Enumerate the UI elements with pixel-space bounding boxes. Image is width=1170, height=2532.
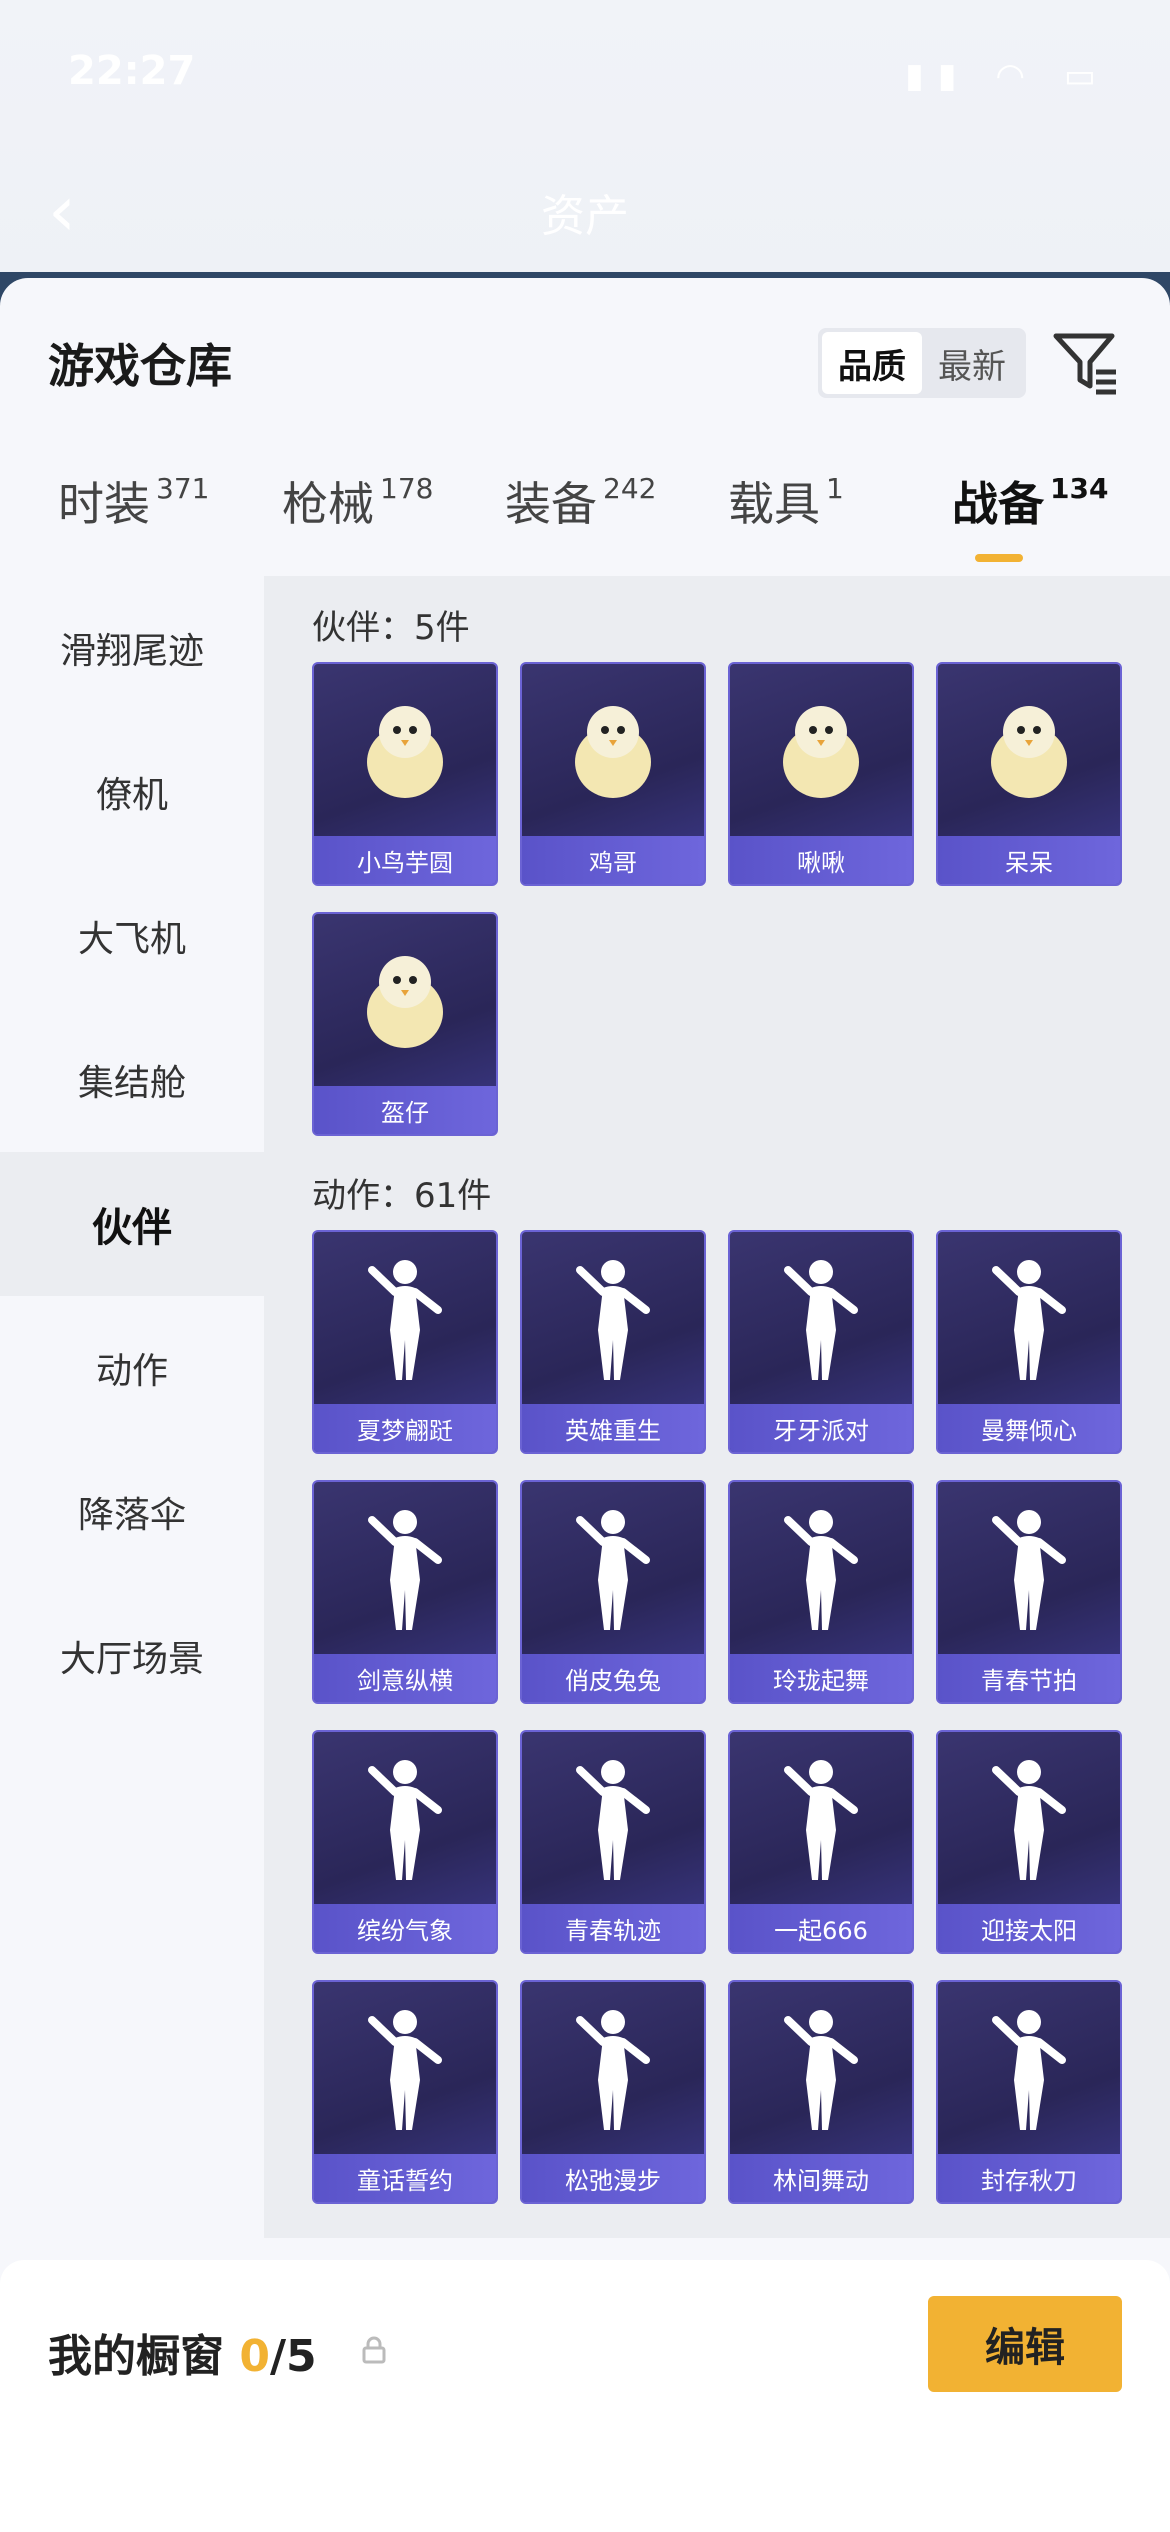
action-card[interactable]: 曼舞倾心 <box>936 1230 1122 1454</box>
action-card[interactable]: 青春轨迹 <box>520 1730 706 1954</box>
partner-figure-icon <box>522 664 704 840</box>
action-card-label: 松弛漫步 <box>522 2154 704 2202</box>
action-card[interactable]: 林间舞动 <box>728 1980 914 2204</box>
action-card[interactable]: 剑意纵横 <box>312 1480 498 1704</box>
item-grid: 伙伴：5件 动作：61件 小鸟芋圆 鸡哥 啾啾 呆呆盔仔夏梦翩跹 英雄重生 牙牙派对 曼舞倾… <box>264 576 1170 2238</box>
action-card-label: 童话誓约 <box>314 2154 496 2202</box>
action-card[interactable]: 缤纷气象 <box>312 1730 498 1954</box>
tab-equipment[interactable]: 装备 242 <box>505 468 656 534</box>
tab-vehicles[interactable]: 载具 1 <box>728 468 844 534</box>
action-card-label: 林间舞动 <box>730 2154 912 2202</box>
partner-card[interactable]: 鸡哥 <box>520 662 706 886</box>
dance-pose-icon <box>314 1732 496 1908</box>
action-card[interactable]: 英雄重生 <box>520 1230 706 1454</box>
system-icons: ▮▮ ◠ ▭ <box>905 56 1110 96</box>
partner-card-label: 小鸟芋圆 <box>314 836 496 884</box>
dance-pose-icon <box>522 1982 704 2158</box>
action-card-label: 剑意纵横 <box>314 1654 496 1702</box>
action-card-label: 缤纷气象 <box>314 1904 496 1952</box>
action-card-label: 夏梦翩跹 <box>314 1404 496 1452</box>
filter-icon[interactable] <box>1050 326 1122 398</box>
showcase-bar: 我的橱窗 0/5 编辑 <box>0 2260 1170 2532</box>
action-card-label: 牙牙派对 <box>730 1404 912 1452</box>
dance-pose-icon <box>938 1232 1120 1408</box>
sidebar-item-action[interactable]: 动作 <box>0 1296 264 1440</box>
action-card-label: 英雄重生 <box>522 1404 704 1452</box>
dance-pose-icon <box>730 1232 912 1408</box>
sort-quality-option[interactable]: 品质 <box>822 332 922 394</box>
category-tabs: 时装 371 枪械 178 装备 242 载具 1 战备 134 <box>0 468 1170 568</box>
action-card[interactable]: 青春节拍 <box>936 1480 1122 1704</box>
partner-card-label: 鸡哥 <box>522 836 704 884</box>
active-tab-indicator <box>975 554 1023 562</box>
showcase-label: 我的橱窗 0/5 <box>48 2331 317 2382</box>
dance-pose-icon <box>314 1232 496 1408</box>
partner-card[interactable]: 盔仔 <box>312 912 498 1136</box>
partner-card[interactable]: 小鸟芋圆 <box>312 662 498 886</box>
sidebar-item-glide-trail[interactable]: 滑翔尾迹 <box>0 576 264 720</box>
lock-icon <box>362 2336 386 2364</box>
action-card-label: 曼舞倾心 <box>938 1404 1120 1452</box>
partner-card-label: 啾啾 <box>730 836 912 884</box>
tab-combat-gear[interactable]: 战备 134 <box>952 468 1108 534</box>
action-card-label: 封存秋刀 <box>938 2154 1120 2202</box>
dance-pose-icon <box>314 1482 496 1658</box>
action-card-label: 青春节拍 <box>938 1654 1120 1702</box>
action-card[interactable]: 封存秋刀 <box>936 1980 1122 2204</box>
sidebar-item-lobby-scene[interactable]: 大厅场景 <box>0 1584 264 1728</box>
sidebar-item-wingman[interactable]: 僚机 <box>0 720 264 864</box>
partner-figure-icon <box>730 664 912 840</box>
partners-section-title: 伙伴：5件 <box>312 608 470 648</box>
dance-pose-icon <box>730 1982 912 2158</box>
sort-latest-option[interactable]: 最新 <box>922 332 1022 394</box>
action-card-label: 俏皮兔兔 <box>522 1654 704 1702</box>
sidebar-item-assembly-pod[interactable]: 集结舱 <box>0 1008 264 1152</box>
sidebar-item-partner[interactable]: 伙伴 <box>0 1152 264 1296</box>
action-card-label: 玲珑起舞 <box>730 1654 912 1702</box>
partner-figure-icon <box>314 914 496 1090</box>
action-card-label: 一起666 <box>730 1904 912 1952</box>
dance-pose-icon <box>314 1982 496 2158</box>
dance-pose-icon <box>938 1482 1120 1658</box>
partner-card[interactable]: 啾啾 <box>728 662 914 886</box>
partner-card-label: 盔仔 <box>314 1086 496 1134</box>
actions-section-title: 动作：61件 <box>312 1176 492 1216</box>
action-card[interactable]: 一起666 <box>728 1730 914 1954</box>
dance-pose-icon <box>522 1482 704 1658</box>
partner-card[interactable]: 呆呆 <box>936 662 1122 886</box>
page-title: 资产 <box>541 191 629 242</box>
dance-pose-icon <box>730 1732 912 1908</box>
dance-pose-icon <box>522 1232 704 1408</box>
action-card[interactable]: 童话誓约 <box>312 1980 498 2204</box>
sort-toggle: 品质 最新 <box>818 328 1026 398</box>
dance-pose-icon <box>522 1732 704 1908</box>
tab-fashion[interactable]: 时装 371 <box>58 468 209 534</box>
partner-figure-icon <box>314 664 496 840</box>
partner-card-label: 呆呆 <box>938 836 1120 884</box>
action-card-label: 青春轨迹 <box>522 1904 704 1952</box>
dance-pose-icon <box>938 1732 1120 1908</box>
action-card[interactable]: 夏梦翩跹 <box>312 1230 498 1454</box>
sheet-title: 游戏仓库 <box>48 339 232 393</box>
sidebar-item-parachute[interactable]: 降落伞 <box>0 1440 264 1584</box>
action-card[interactable]: 牙牙派对 <box>728 1230 914 1454</box>
action-card-label: 迎接太阳 <box>938 1904 1120 1952</box>
partner-figure-icon <box>938 664 1120 840</box>
tab-weapons[interactable]: 枪械 178 <box>282 468 433 534</box>
underlying-page: 22:27 ▮▮ ◠ ▭ ‹ 资产 <box>0 0 1170 290</box>
action-card[interactable]: 松弛漫步 <box>520 1980 706 2204</box>
status-time: 22:27 <box>68 48 196 94</box>
action-card[interactable]: 玲珑起舞 <box>728 1480 914 1704</box>
dance-pose-icon <box>730 1482 912 1658</box>
action-card[interactable]: 迎接太阳 <box>936 1730 1122 1954</box>
warehouse-sheet: 游戏仓库 品质 最新 时装 371 枪械 178 装备 242 载具 1 战备 134 滑… <box>0 278 1170 2532</box>
sidebar-item-big-plane[interactable]: 大飞机 <box>0 864 264 1008</box>
sidebar: 滑翔尾迹 僚机 大飞机 集结舱 伙伴 动作 降落伞 大厅场景 <box>0 576 264 2532</box>
action-card[interactable]: 俏皮兔兔 <box>520 1480 706 1704</box>
edit-button[interactable]: 编辑 <box>928 2296 1122 2392</box>
dance-pose-icon <box>938 1982 1120 2158</box>
